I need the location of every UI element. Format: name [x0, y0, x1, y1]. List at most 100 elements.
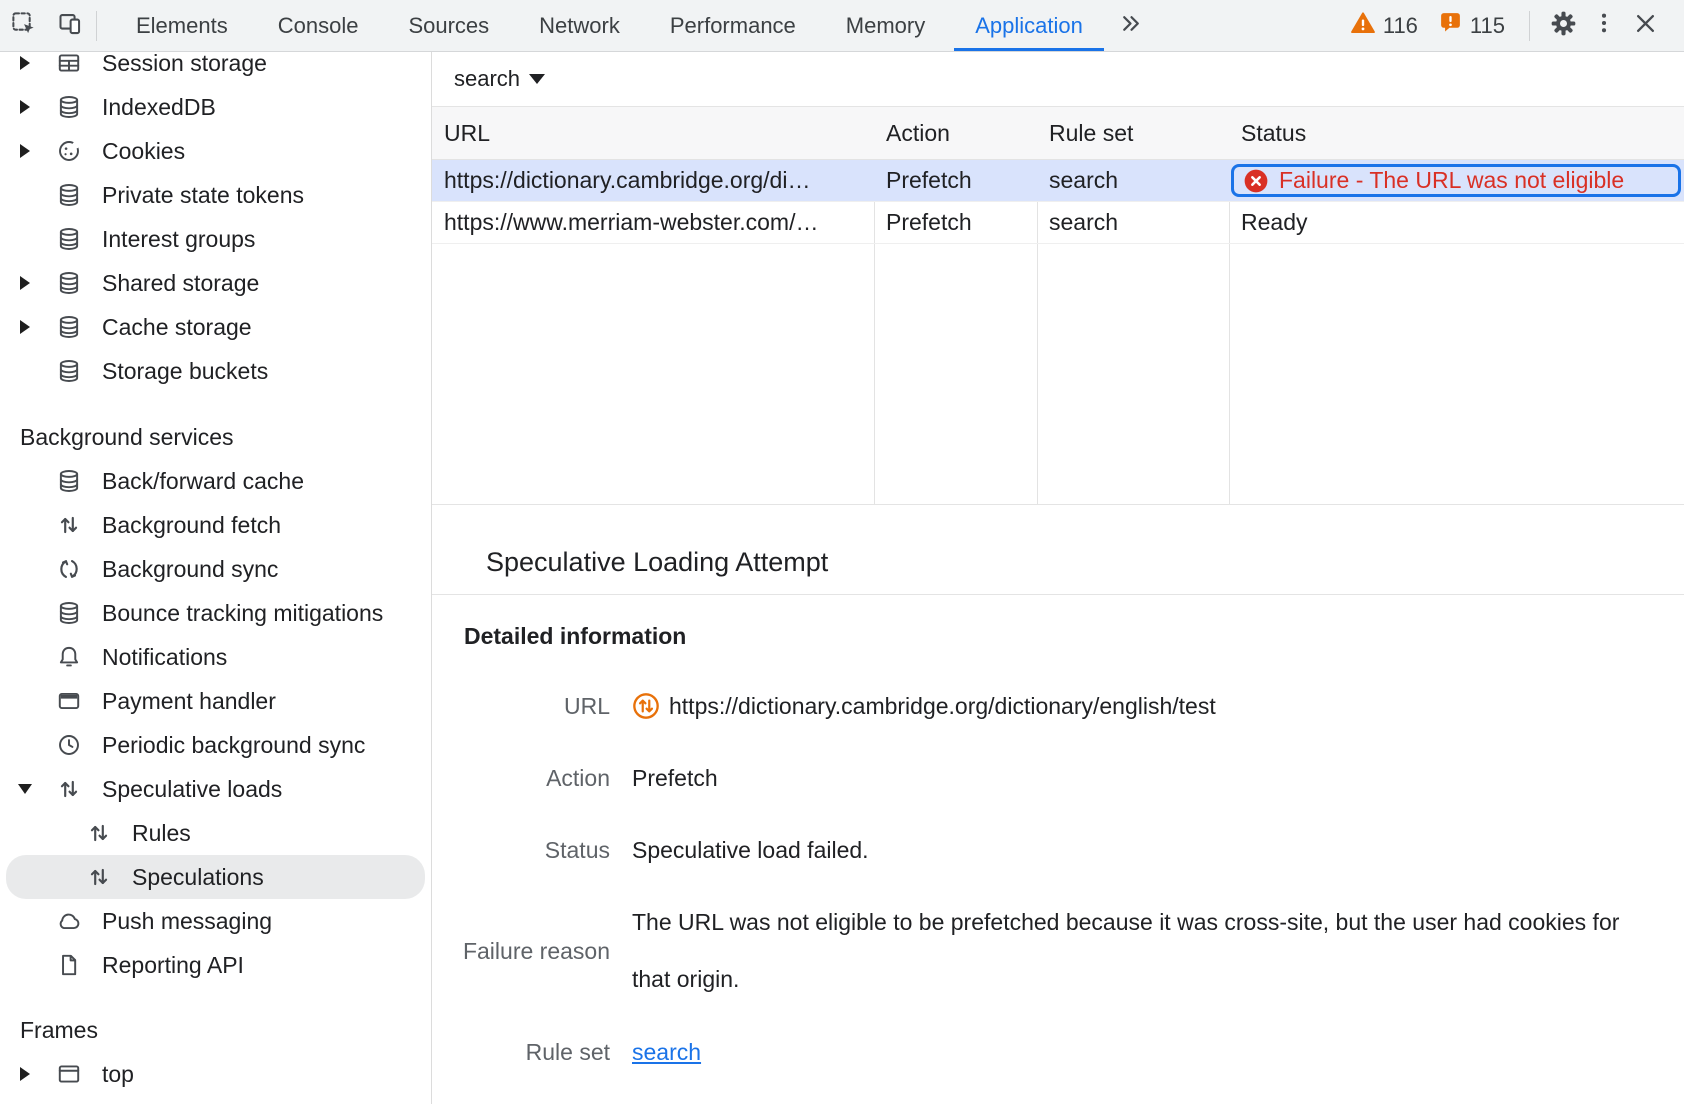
storage-tree: Session storage IndexedDB [0, 52, 431, 1096]
detail-value: The URL was not eligible to be prefetche… [632, 894, 1632, 1008]
detail-row-rule-set: Rule set search [432, 1016, 1684, 1088]
database-icon [56, 226, 82, 252]
inspect-element-button[interactable] [0, 0, 46, 51]
sidebar-item-label: top [102, 1061, 134, 1088]
detail-value: https://dictionary.cambridge.org/diction… [632, 692, 1216, 720]
sidebar-item-speculations[interactable]: Speculations [6, 855, 425, 899]
sync-arrows-icon [56, 556, 82, 582]
toggle-device-toolbar-button[interactable] [46, 0, 92, 51]
sidebar-item-cache-storage[interactable]: Cache storage [0, 305, 431, 349]
cloud-icon [56, 908, 82, 934]
sidebar-item-rules[interactable]: Rules [0, 811, 431, 855]
ruleset-filter-dropdown[interactable]: search [454, 66, 545, 92]
collapse-arrow-icon[interactable] [18, 784, 32, 794]
up-down-arrows-icon [86, 864, 112, 890]
detail-label: Rule set [432, 1039, 610, 1066]
database-icon [56, 358, 82, 384]
sidebar-item-interest-groups[interactable]: Interest groups [0, 217, 431, 261]
sidebar-item-label: Push messaging [102, 908, 272, 935]
sidebar-item-back-forward-cache[interactable]: Back/forward cache [0, 459, 431, 503]
chevron-double-right-icon [1118, 11, 1143, 41]
detail-label: Status [432, 837, 610, 864]
expand-arrow-icon[interactable] [20, 100, 30, 114]
status-cell-focus-ring[interactable]: Failure - The URL was not eligible [1231, 164, 1681, 197]
settings-button[interactable] [1540, 9, 1586, 43]
cell-status: Failure - The URL was not eligible [1229, 160, 1684, 201]
grid-row-speculation[interactable]: https://www.merriam-webster.com/… Prefet… [432, 202, 1684, 244]
cell-rule-set: search [1037, 202, 1229, 243]
sidebar-item-label: Notifications [102, 644, 227, 671]
tab-elements[interactable]: Elements [111, 0, 253, 51]
document-icon [56, 952, 82, 978]
database-icon [56, 94, 82, 120]
inspect-icon [10, 10, 37, 42]
tab-memory[interactable]: Memory [821, 0, 950, 51]
sidebar-item-storage-buckets[interactable]: Storage buckets [0, 349, 431, 393]
speculations-grid: URL Action Rule set Status https://dicti… [432, 107, 1684, 505]
expand-arrow-icon[interactable] [20, 1067, 30, 1081]
detail-label: Action [432, 765, 610, 792]
issues-icon [1438, 10, 1463, 41]
sidebar-item-session-storage[interactable]: Session storage [0, 52, 431, 85]
up-down-arrows-icon [86, 820, 112, 846]
sidebar-item-background-sync[interactable]: Background sync [0, 547, 431, 591]
payment-card-icon [56, 688, 82, 714]
speculative-load-orange-icon [632, 692, 660, 720]
background-services-header: Background services [0, 415, 431, 459]
sidebar-item-top-frame[interactable]: top [0, 1052, 431, 1096]
tab-performance[interactable]: Performance [645, 0, 821, 51]
cell-url: https://dictionary.cambridge.org/di… [432, 160, 874, 201]
expand-arrow-icon[interactable] [20, 144, 30, 158]
sidebar-item-private-state-tokens[interactable]: Private state tokens [0, 173, 431, 217]
more-tabs-button[interactable] [1108, 0, 1153, 51]
warnings-badge[interactable]: 116 [1350, 10, 1418, 42]
rule-set-link[interactable]: search [632, 1039, 701, 1066]
more-options-button[interactable] [1586, 10, 1622, 41]
close-devtools-button[interactable] [1622, 10, 1668, 42]
expand-arrow-icon[interactable] [20, 276, 30, 290]
speculations-panel: search URL Action Rule set Status https:… [432, 52, 1684, 1104]
cookie-icon [56, 138, 82, 164]
detail-row-failure-reason: Failure reason The URL was not eligible … [432, 886, 1684, 1016]
sidebar-item-label: Cache storage [102, 314, 252, 341]
up-down-arrows-icon [56, 776, 82, 802]
detail-label: Failure reason [432, 938, 610, 965]
column-header-rule-set: Rule set [1037, 107, 1229, 159]
expand-arrow-icon[interactable] [20, 320, 30, 334]
detail-row-status: Status Speculative load failed. [432, 814, 1684, 886]
details-title: Speculative Loading Attempt [486, 547, 828, 578]
sidebar-item-notifications[interactable]: Notifications [0, 635, 431, 679]
sidebar-item-indexeddb[interactable]: IndexedDB [0, 85, 431, 129]
sidebar-item-reporting-api[interactable]: Reporting API [0, 943, 431, 987]
tab-network[interactable]: Network [514, 0, 645, 51]
cell-rule-set: search [1037, 160, 1229, 201]
filter-selected-value: search [454, 66, 520, 92]
sidebar-item-shared-storage[interactable]: Shared storage [0, 261, 431, 305]
database-icon [56, 468, 82, 494]
sidebar-item-label: Storage buckets [102, 358, 268, 385]
sidebar-item-push-messaging[interactable]: Push messaging [0, 899, 431, 943]
tab-application[interactable]: Application [950, 0, 1108, 51]
detail-label: URL [432, 693, 610, 720]
sidebar-item-background-fetch[interactable]: Background fetch [0, 503, 431, 547]
detail-value: Speculative load failed. [632, 837, 869, 864]
detail-row-action: Action Prefetch [432, 742, 1684, 814]
sidebar-item-label: Bounce tracking mitigations [102, 600, 383, 627]
sidebar-item-label: Speculative loads [102, 776, 282, 803]
panel-tabs: Elements Console Sources Network Perform… [111, 0, 1153, 51]
issues-badge[interactable]: 115 [1438, 10, 1505, 41]
sidebar-item-bounce-tracking-mitigations[interactable]: Bounce tracking mitigations [0, 591, 431, 635]
grid-row-speculation[interactable]: https://dictionary.cambridge.org/di… Pre… [432, 160, 1684, 202]
sidebar-item-cookies[interactable]: Cookies [0, 129, 431, 173]
tab-label: Console [278, 13, 359, 39]
detail-row-url: URL https://dictionary.cambridge.org/dic… [432, 670, 1684, 742]
tab-sources[interactable]: Sources [383, 0, 514, 51]
kebab-menu-icon [1591, 10, 1617, 41]
sidebar-item-payment-handler[interactable]: Payment handler [0, 679, 431, 723]
toolbar-divider [1529, 11, 1530, 41]
tab-console[interactable]: Console [253, 0, 384, 51]
cell-url: https://www.merriam-webster.com/… [432, 202, 874, 243]
sidebar-item-periodic-background-sync[interactable]: Periodic background sync [0, 723, 431, 767]
sidebar-item-speculative-loads[interactable]: Speculative loads [0, 767, 431, 811]
expand-arrow-icon[interactable] [20, 56, 30, 70]
